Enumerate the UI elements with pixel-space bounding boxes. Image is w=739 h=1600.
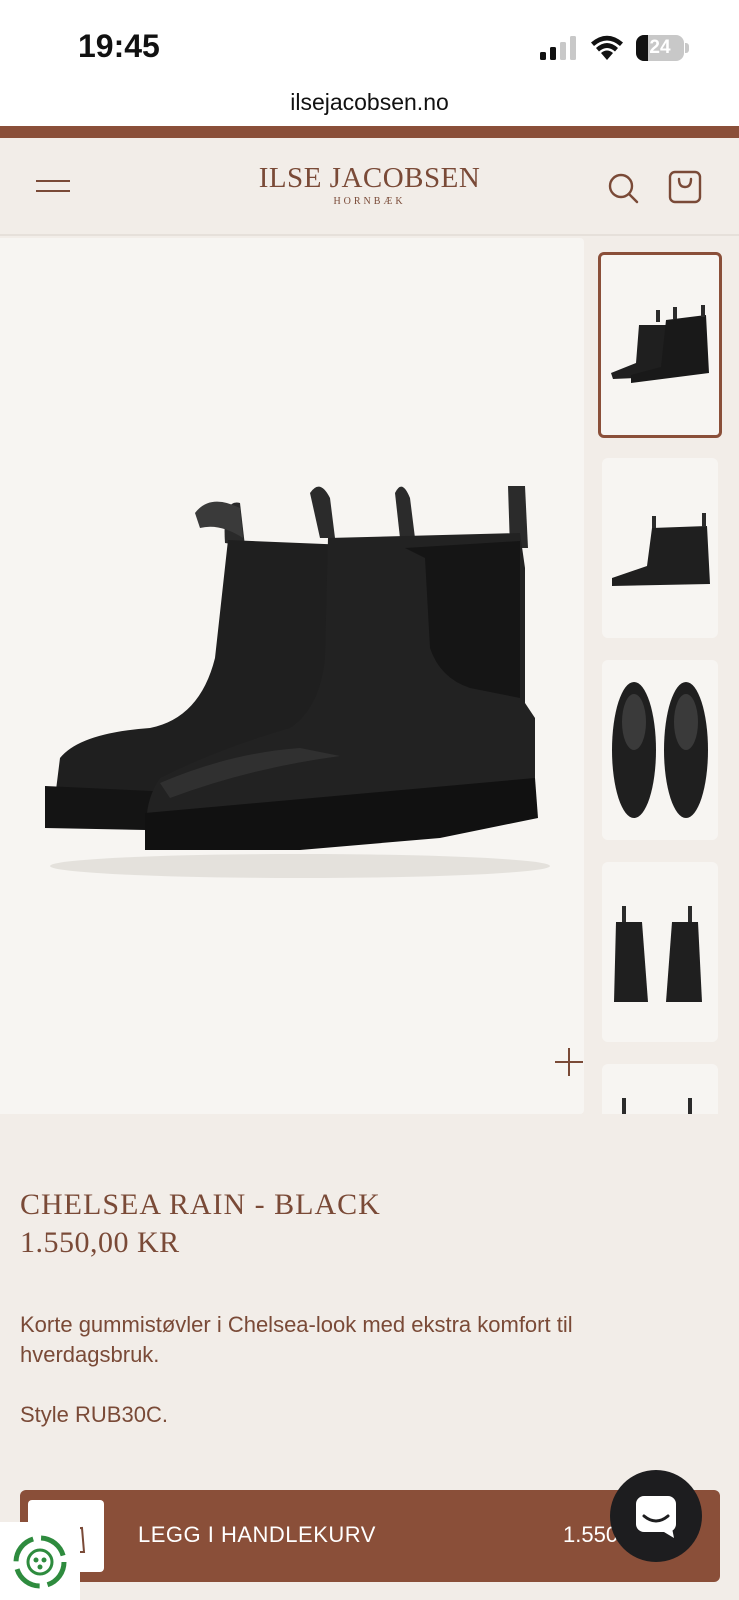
zoom-plus-icon[interactable] bbox=[553, 1046, 585, 1078]
add-to-cart-label: LEGG I HANDLEKURV bbox=[138, 1522, 376, 1547]
search-icon[interactable] bbox=[607, 172, 639, 204]
brand-stripe bbox=[0, 126, 739, 138]
product-price: 1.550,00 KR bbox=[20, 1226, 180, 1259]
thumbnail-5[interactable] bbox=[602, 1064, 718, 1114]
product-title: CHELSEA RAIN - BLACK bbox=[20, 1188, 381, 1221]
status-time: 19:45 bbox=[78, 28, 160, 64]
main-product-image[interactable] bbox=[0, 238, 584, 1114]
brand-logo[interactable]: ILSE JACOBSEN HORNBÆK bbox=[220, 162, 519, 207]
address-bar[interactable]: ilsejacobsen.no bbox=[0, 88, 739, 126]
thumbnail-3[interactable] bbox=[602, 660, 718, 840]
url-text: ilsejacobsen.no bbox=[290, 89, 449, 115]
product-style-code: Style RUB30C. bbox=[20, 1402, 168, 1427]
site-header: ILSE JACOBSEN HORNBÆK bbox=[0, 138, 739, 236]
menu-icon[interactable] bbox=[36, 180, 70, 194]
thumbnail-strip bbox=[598, 252, 724, 1114]
logo-location: HORNBÆK bbox=[333, 196, 406, 207]
bag-icon[interactable] bbox=[668, 170, 702, 204]
chat-button[interactable] bbox=[610, 1470, 702, 1562]
thumbnail-2[interactable] bbox=[602, 458, 718, 638]
status-bar: 19:45 24 bbox=[0, 0, 739, 88]
chat-icon bbox=[636, 1496, 676, 1538]
logo-name: ILSE JACOBSEN bbox=[258, 162, 481, 194]
thumbnail-4[interactable] bbox=[602, 862, 718, 1042]
signal-icon bbox=[540, 36, 576, 60]
thumbnail-1[interactable] bbox=[598, 252, 722, 438]
product-description: Korte gummistøvler i Chelsea-look med ek… bbox=[20, 1312, 573, 1367]
eco-badge[interactable] bbox=[0, 1522, 80, 1600]
battery-level: 24 bbox=[649, 37, 671, 58]
boots-illustration bbox=[45, 486, 550, 878]
recycle-leaf-icon bbox=[13, 1535, 67, 1589]
battery-icon: 24 bbox=[636, 35, 689, 61]
wifi-icon bbox=[591, 35, 623, 60]
